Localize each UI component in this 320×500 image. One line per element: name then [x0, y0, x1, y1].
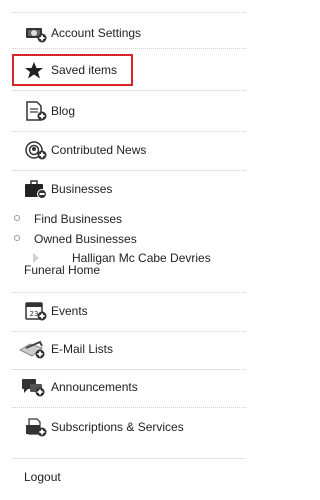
menu-item-announcements[interactable]: Announcements: [18, 374, 138, 400]
menu-item-label: Account Settings: [51, 26, 142, 40]
owned-business-line2: Funeral Home: [24, 263, 101, 277]
menu-item-label: Saved items: [51, 63, 118, 77]
separator: [12, 12, 246, 13]
menu-item-label: E-Mail Lists: [51, 342, 114, 356]
announcements-icon: [18, 376, 48, 398]
briefcase-icon: [24, 178, 48, 200]
separator: [12, 292, 246, 293]
menu-item-businesses[interactable]: Businesses: [24, 176, 112, 202]
menu-item-subscriptions[interactable]: Subscriptions & Services: [24, 414, 184, 440]
separator: [12, 48, 246, 49]
account-settings-icon: [24, 22, 48, 44]
submenu-find-businesses[interactable]: Find Businesses: [14, 212, 123, 226]
separator: [12, 131, 246, 132]
menu-item-email-lists[interactable]: E-Mail Lists: [18, 336, 113, 362]
separator: [12, 369, 246, 370]
separator: [12, 458, 246, 459]
menu-item-label: Announcements: [51, 380, 138, 394]
submenu-label: Find Businesses: [34, 212, 123, 226]
menu-item-contributed-news[interactable]: Contributed News: [24, 137, 146, 163]
subscriptions-icon: [24, 416, 48, 438]
owned-business-link[interactable]: Halligan Mc Cabe Devries Funeral Home: [23, 252, 223, 276]
bullet: [14, 215, 20, 221]
menu-item-label: Events: [51, 304, 88, 318]
logout-link[interactable]: Logout: [24, 470, 61, 484]
menu-item-account-settings[interactable]: Account Settings: [24, 20, 141, 46]
separator: [12, 407, 246, 408]
bullet: [14, 235, 20, 241]
separator: [12, 170, 246, 171]
blog-icon: [24, 100, 48, 122]
menu-item-blog[interactable]: Blog: [24, 98, 75, 124]
separator: [12, 90, 246, 91]
menu-item-label: Blog: [51, 104, 76, 118]
separator: [12, 331, 246, 332]
submenu-label: Owned Businesses: [34, 232, 137, 246]
menu-item-label: Contributed News: [51, 143, 147, 157]
star-icon: [24, 59, 48, 81]
menu-item-label: Businesses: [51, 182, 113, 196]
menu-item-label: Subscriptions & Services: [51, 420, 184, 434]
contributed-news-icon: [24, 139, 48, 161]
menu-item-saved-items[interactable]: Saved items: [24, 57, 117, 83]
svg-text:23: 23: [30, 310, 39, 318]
email-lists-icon: [18, 338, 48, 360]
submenu-owned-businesses[interactable]: Owned Businesses: [14, 232, 137, 246]
calendar-icon: 23: [24, 300, 48, 322]
menu-item-events[interactable]: 23 Events: [24, 298, 88, 324]
